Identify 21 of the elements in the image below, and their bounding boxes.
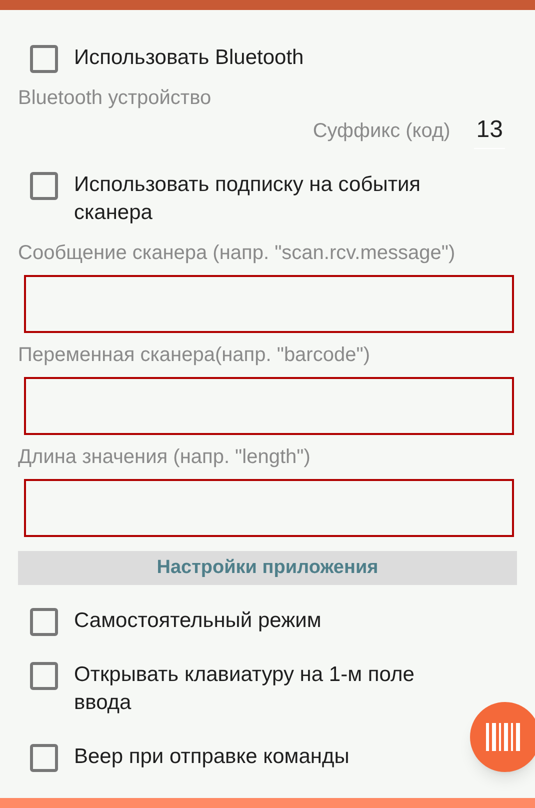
barcode-icon xyxy=(486,723,522,751)
checkbox-label: Использовать Bluetooth xyxy=(74,45,304,71)
input-field[interactable] xyxy=(24,479,514,537)
field-label: Bluetooth устройство xyxy=(18,86,212,111)
field-label: Длина значения (напр. "length") xyxy=(18,445,312,470)
suffix-input[interactable]: 13 xyxy=(474,112,505,149)
section-header: Настройки приложения xyxy=(18,551,517,585)
input-field[interactable] xyxy=(24,275,514,333)
checkbox-label: Использовать подписку на события сканера xyxy=(74,172,422,226)
checkbox-label: Открывать клавиатуру на 1-м поле ввода xyxy=(74,662,416,716)
field-label: Сообщение сканера (напр. "scan.rcv.message") xyxy=(18,241,456,266)
field-label: Переменная сканера(напр. "barcode") xyxy=(18,343,371,368)
checkbox[interactable] xyxy=(30,608,58,636)
checkbox[interactable] xyxy=(30,744,58,772)
input-field[interactable] xyxy=(24,377,514,435)
checkbox[interactable] xyxy=(30,45,58,73)
checkbox-label: Веер при отправке команды xyxy=(74,744,350,770)
checkbox[interactable] xyxy=(30,172,58,200)
suffix-label: Суффикс (код) xyxy=(312,118,450,144)
checkbox-label: Самостоятельный режим xyxy=(74,608,322,634)
checkbox[interactable] xyxy=(30,662,58,690)
